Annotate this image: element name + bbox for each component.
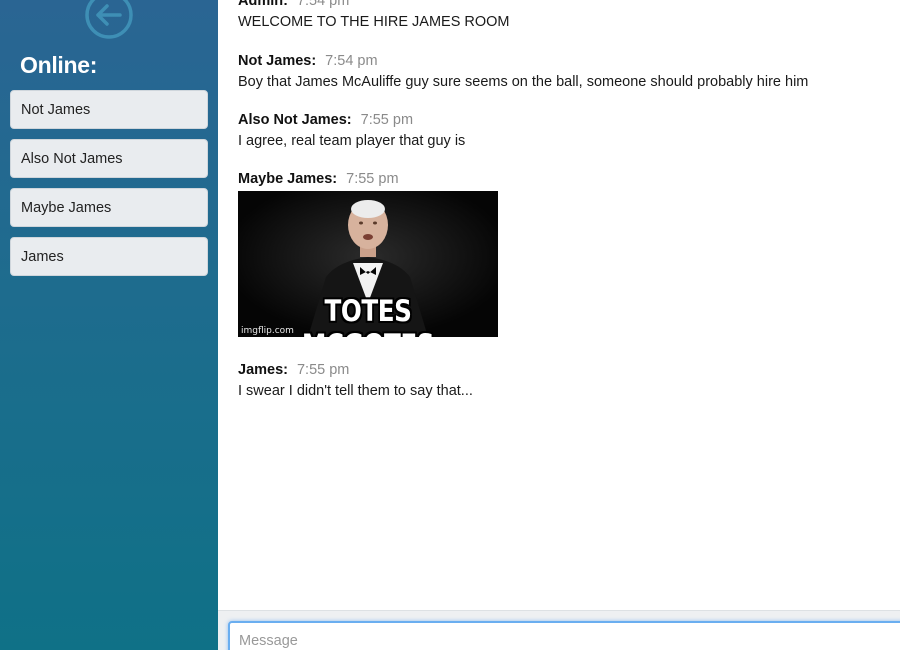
user-item[interactable]: James xyxy=(10,237,208,276)
message: Not James: 7:54 pm Boy that James McAuli… xyxy=(238,53,808,90)
message-time: 7:55 pm xyxy=(360,112,414,128)
back-button[interactable] xyxy=(84,0,134,40)
online-heading: Online: xyxy=(20,52,98,78)
user-name: Not James xyxy=(21,101,91,118)
arrow-left-circle-icon xyxy=(85,0,133,39)
message: James: 7:55 pm I swear I didn't tell the… xyxy=(238,362,473,399)
message-text: I swear I didn't tell them to say that..… xyxy=(238,383,473,399)
message-author: Also Not James: xyxy=(238,112,352,128)
chat-log: Admin: 7:54 pm WELCOME TO THE HIRE JAMES… xyxy=(218,0,900,610)
message-text: Boy that James McAuliffe guy sure seems … xyxy=(238,74,809,90)
message-time: 7:54 pm xyxy=(325,53,378,69)
sidebar: Online: Not James Also Not James Maybe J… xyxy=(0,0,218,650)
message-input[interactable] xyxy=(228,621,900,650)
message: Admin: 7:54 pm WELCOME TO THE HIRE JAMES… xyxy=(238,0,510,30)
message-author: Admin: xyxy=(238,0,288,9)
message-text: I agree, real team player that guy is xyxy=(238,133,466,149)
user-item[interactable]: Also Not James xyxy=(10,139,208,178)
message-author: James: xyxy=(238,362,288,378)
message-text: WELCOME TO THE HIRE JAMES ROOM xyxy=(238,14,510,30)
online-user-list: Not James Also Not James Maybe James Jam… xyxy=(10,90,208,286)
user-name: James xyxy=(21,248,64,265)
user-name: Maybe James xyxy=(21,199,112,216)
message: Maybe James: 7:55 pm TOTES imgflip.com xyxy=(238,171,498,337)
meme-watermark: imgflip.com xyxy=(241,326,294,336)
message-author: Maybe James: xyxy=(238,171,338,187)
meme-image[interactable]: TOTES MCGOTES imgflip.com xyxy=(238,191,498,337)
message-time: 7:55 pm xyxy=(296,362,350,378)
message-author: Not James: xyxy=(238,53,317,69)
composer-bar xyxy=(218,610,900,650)
user-item[interactable]: Not James xyxy=(10,90,208,129)
message-time: 7:54 pm xyxy=(296,0,350,9)
user-name: Also Not James xyxy=(21,150,123,167)
user-item[interactable]: Maybe James xyxy=(10,188,208,227)
message: Also Not James: 7:55 pm I agree, real te… xyxy=(238,112,465,149)
message-time: 7:55 pm xyxy=(346,171,399,187)
